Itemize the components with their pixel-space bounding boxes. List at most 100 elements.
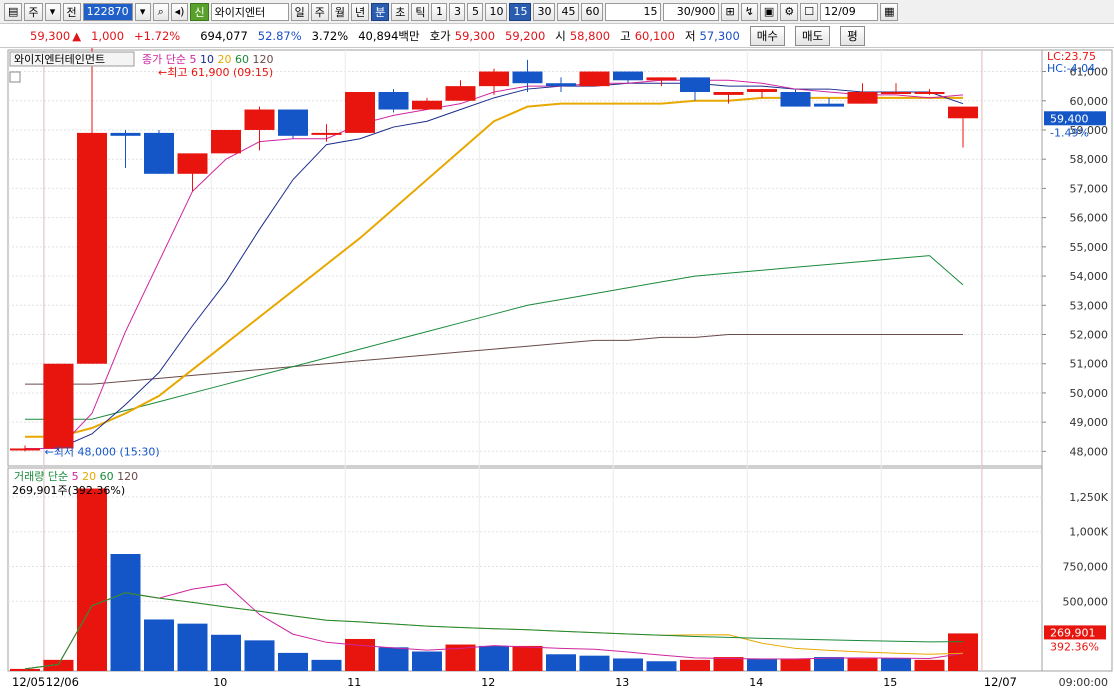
- ask-price: 59,300: [454, 29, 496, 43]
- sell-button[interactable]: 매도: [794, 26, 831, 46]
- period-tick[interactable]: 틱: [411, 2, 430, 21]
- date-field[interactable]: 12/09: [820, 2, 879, 21]
- x-axis-label: 10: [213, 676, 227, 689]
- price-tick-label: 50,000: [1070, 387, 1109, 400]
- candle-body: [713, 91, 744, 95]
- volume-legend-item: 거래량 단순: [14, 470, 68, 483]
- open-label: 시: [555, 29, 566, 43]
- code-dropdown-icon[interactable]: ▾: [134, 2, 151, 21]
- candle-body: [378, 91, 409, 110]
- speaker-icon[interactable]: ◂): [170, 2, 189, 21]
- save-icon[interactable]: ▣: [759, 2, 779, 21]
- high-marker: ←최고 61,900 (09:15): [158, 66, 273, 79]
- period-year[interactable]: 년: [350, 2, 370, 21]
- price-tick-label: 60,000: [1070, 95, 1109, 108]
- interval-45[interactable]: 45: [557, 2, 580, 21]
- low-price: 57,300: [699, 29, 740, 43]
- volume-tick-label: 1,250K: [1069, 491, 1108, 504]
- high-label: 고: [620, 29, 631, 43]
- count-field[interactable]: 30/900: [663, 2, 720, 21]
- trade-amount: 40,894백만: [358, 29, 420, 43]
- time-label: 09:00:00: [1059, 676, 1108, 689]
- volume-bar: [77, 488, 107, 671]
- date-checkbox[interactable]: ☐: [800, 2, 819, 21]
- candle-body: [613, 71, 643, 81]
- price-tick-label: 57,000: [1070, 182, 1109, 195]
- search-icon[interactable]: ⌕: [152, 2, 169, 21]
- candle-body: [847, 91, 878, 104]
- drawing-icon[interactable]: ↯: [740, 2, 758, 21]
- x-axis-label: 15: [883, 676, 897, 689]
- period-day[interactable]: 일: [290, 2, 309, 21]
- volume-bar: [713, 657, 744, 671]
- low-marker: ←최저 48,000 (15:30): [45, 445, 160, 458]
- period-second[interactable]: 초: [391, 2, 410, 21]
- ma-legend-item: 120: [249, 53, 274, 66]
- interval-5[interactable]: 5: [467, 2, 484, 21]
- volume-bar: [814, 657, 844, 671]
- volume-bar: [914, 659, 945, 671]
- high-price: 60,100: [634, 29, 675, 43]
- candle-body: [211, 129, 241, 154]
- ma-legend-item: 20: [214, 53, 232, 66]
- volume-bar: [144, 619, 174, 671]
- current-price-tag: 59,400: [1050, 112, 1089, 125]
- interval-1[interactable]: 1: [431, 2, 448, 21]
- chart-title-text: 와이지엔터테인먼트: [14, 53, 105, 66]
- period-week[interactable]: 주: [310, 2, 329, 21]
- gear-icon[interactable]: ⚙: [780, 2, 799, 21]
- price-tick-label: 51,000: [1070, 358, 1109, 371]
- calendar-icon[interactable]: ▦: [880, 2, 899, 21]
- interval-30[interactable]: 30: [533, 2, 556, 21]
- candle-body: [345, 91, 375, 133]
- change-value: 1,000: [91, 29, 125, 43]
- stock-name-field[interactable]: 와이지엔터: [210, 2, 289, 21]
- volume-bar: [546, 654, 576, 671]
- change-arrow: ▲: [72, 29, 82, 43]
- dropdown-arrow-icon[interactable]: ▾: [44, 2, 61, 21]
- volume-legend-item: 5: [68, 470, 79, 483]
- chart-menu-icon[interactable]: ▤: [4, 2, 23, 21]
- candle-body: [914, 91, 945, 94]
- volume-bar: [512, 645, 543, 671]
- volume-bar: [646, 661, 677, 671]
- x-axis-label: 11: [347, 676, 361, 689]
- ma-legend: 종가 단순 5 10 20 60 120: [142, 53, 273, 66]
- buy-button[interactable]: 매수: [749, 26, 785, 46]
- price-tick-label: 49,000: [1070, 416, 1109, 429]
- interval-60[interactable]: 60: [581, 2, 604, 21]
- toolbar: ▤ 주 ▾ 전 122870 ▾ ⌕ ◂) 신 와이지엔터 일 주 월 년 분 …: [0, 0, 1114, 24]
- candle-body: [244, 109, 275, 130]
- interval-10[interactable]: 10: [485, 2, 508, 21]
- stock-code-input[interactable]: 122870: [82, 2, 133, 21]
- volume-bar: [378, 647, 409, 671]
- candle-body: [579, 71, 610, 87]
- market-button[interactable]: 전: [62, 2, 81, 21]
- interval-3[interactable]: 3: [449, 2, 466, 21]
- volume-bar: [311, 659, 342, 671]
- stock-chart[interactable]: 61,00060,00059,00058,00057,00056,00055,0…: [0, 48, 1114, 694]
- x-axis-label: 12/05: [12, 675, 45, 689]
- candle-body: [780, 91, 811, 107]
- x-axis-label: 12: [481, 676, 495, 689]
- interval-select[interactable]: 15: [605, 2, 662, 21]
- volume-legend-item: 60: [96, 470, 114, 483]
- candle-body: [881, 91, 911, 94]
- bid-price: 59,200: [505, 29, 546, 43]
- candle-body: [948, 106, 978, 119]
- period-type-button[interactable]: 주: [24, 2, 43, 21]
- indicator-icon[interactable]: ⊞: [721, 2, 739, 21]
- volume-ratio: 52.87%: [257, 29, 302, 43]
- price-tick-label: 52,000: [1070, 329, 1109, 342]
- candle-body: [479, 71, 509, 87]
- candle-body: [177, 153, 208, 174]
- volume-tick-label: 1,000K: [1069, 526, 1108, 539]
- candle-body: [546, 83, 576, 87]
- period-month[interactable]: 월: [330, 2, 349, 21]
- price-tick-label: 48,000: [1070, 445, 1109, 458]
- ask-label: 호가: [429, 29, 451, 43]
- average-button[interactable]: 평: [840, 26, 865, 46]
- period-minute[interactable]: 분: [371, 2, 390, 21]
- change-percent: +1.72%: [134, 29, 181, 43]
- interval-15[interactable]: 15: [509, 2, 532, 21]
